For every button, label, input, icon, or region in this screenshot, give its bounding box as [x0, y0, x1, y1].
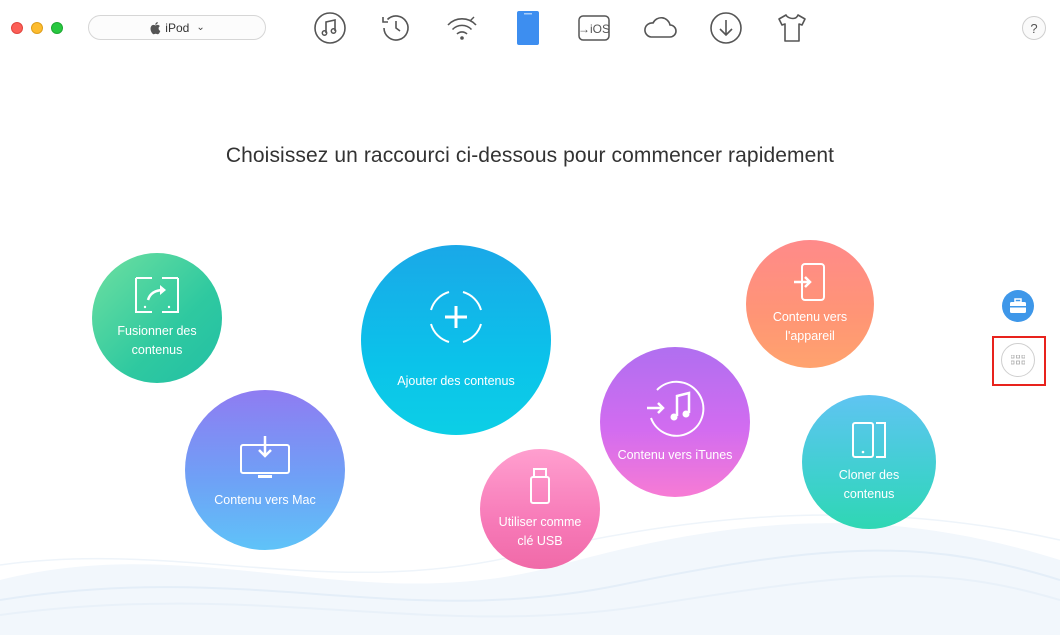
phone-import-icon — [794, 263, 825, 301]
content-to-itunes-shortcut[interactable]: Contenu vers iTunes — [600, 347, 750, 497]
clone-content-label-2: contenus — [843, 487, 895, 501]
content-to-mac-label: Contenu vers Mac — [214, 492, 316, 507]
window-zoom-button[interactable] — [51, 22, 63, 34]
device-icon[interactable] — [510, 10, 546, 46]
add-content-label: Ajouter des contenus — [397, 373, 515, 388]
page-title: Choisissez un raccourci ci-dessous pour … — [225, 144, 835, 167]
download-icon[interactable] — [708, 10, 744, 46]
device-selector[interactable]: iPod ⌄ — [88, 15, 266, 40]
usb-drive-label-1: Utiliser comme — [498, 515, 582, 529]
clone-content-shortcut[interactable]: Cloner des contenus — [802, 395, 936, 529]
window-close-button[interactable] — [11, 22, 23, 34]
merge-content-label-2: contenus — [131, 343, 183, 357]
add-icon — [430, 290, 482, 343]
usb-drive-label-2: clé USB — [517, 534, 563, 548]
merge-content-label-1: Fusionner des — [117, 324, 197, 338]
music-icon[interactable] — [312, 10, 348, 46]
toolbox-button[interactable] — [1002, 290, 1034, 322]
shirt-icon[interactable] — [774, 10, 810, 46]
help-button[interactable]: ? — [1022, 16, 1046, 40]
content-to-device-label-2: l'appareil — [785, 329, 835, 343]
content-to-device-shortcut[interactable]: Contenu vers l'appareil — [746, 240, 874, 368]
cloud-icon[interactable] — [642, 10, 678, 46]
merge-content-shortcut[interactable]: Fusionner des contenus — [92, 253, 222, 383]
content-to-mac-shortcut[interactable]: Contenu vers Mac — [185, 390, 345, 550]
computer-icon — [240, 435, 290, 478]
clone-icon — [852, 422, 886, 458]
title-bar: iPod ⌄ →iOS ? — [0, 0, 1060, 58]
history-icon[interactable] — [378, 10, 414, 46]
usb-drive-shortcut[interactable]: Utiliser comme clé USB — [480, 449, 600, 569]
help-label: ? — [1030, 20, 1038, 36]
merge-icon — [135, 277, 179, 313]
usb-icon — [530, 468, 550, 504]
apple-icon — [150, 21, 161, 34]
to-ios-text: →iOS — [578, 22, 610, 36]
grid-icon — [1011, 355, 1025, 365]
wifi-icon[interactable] — [444, 10, 480, 46]
shortcuts-grid-button[interactable] — [1001, 343, 1035, 377]
content-to-itunes-label: Contenu vers iTunes — [617, 447, 733, 462]
to-ios-icon[interactable]: →iOS — [576, 10, 612, 46]
clone-content-label-1: Cloner des — [838, 468, 900, 482]
device-name: iPod — [165, 20, 190, 35]
window-minimize-button[interactable] — [31, 22, 43, 34]
content-to-device-label-1: Contenu vers — [772, 310, 848, 324]
itunes-icon — [647, 380, 705, 437]
toolbox-icon — [1010, 298, 1026, 313]
chevron-down-icon: ⌄ — [196, 22, 205, 33]
add-content-shortcut[interactable]: Ajouter des contenus — [361, 245, 551, 435]
